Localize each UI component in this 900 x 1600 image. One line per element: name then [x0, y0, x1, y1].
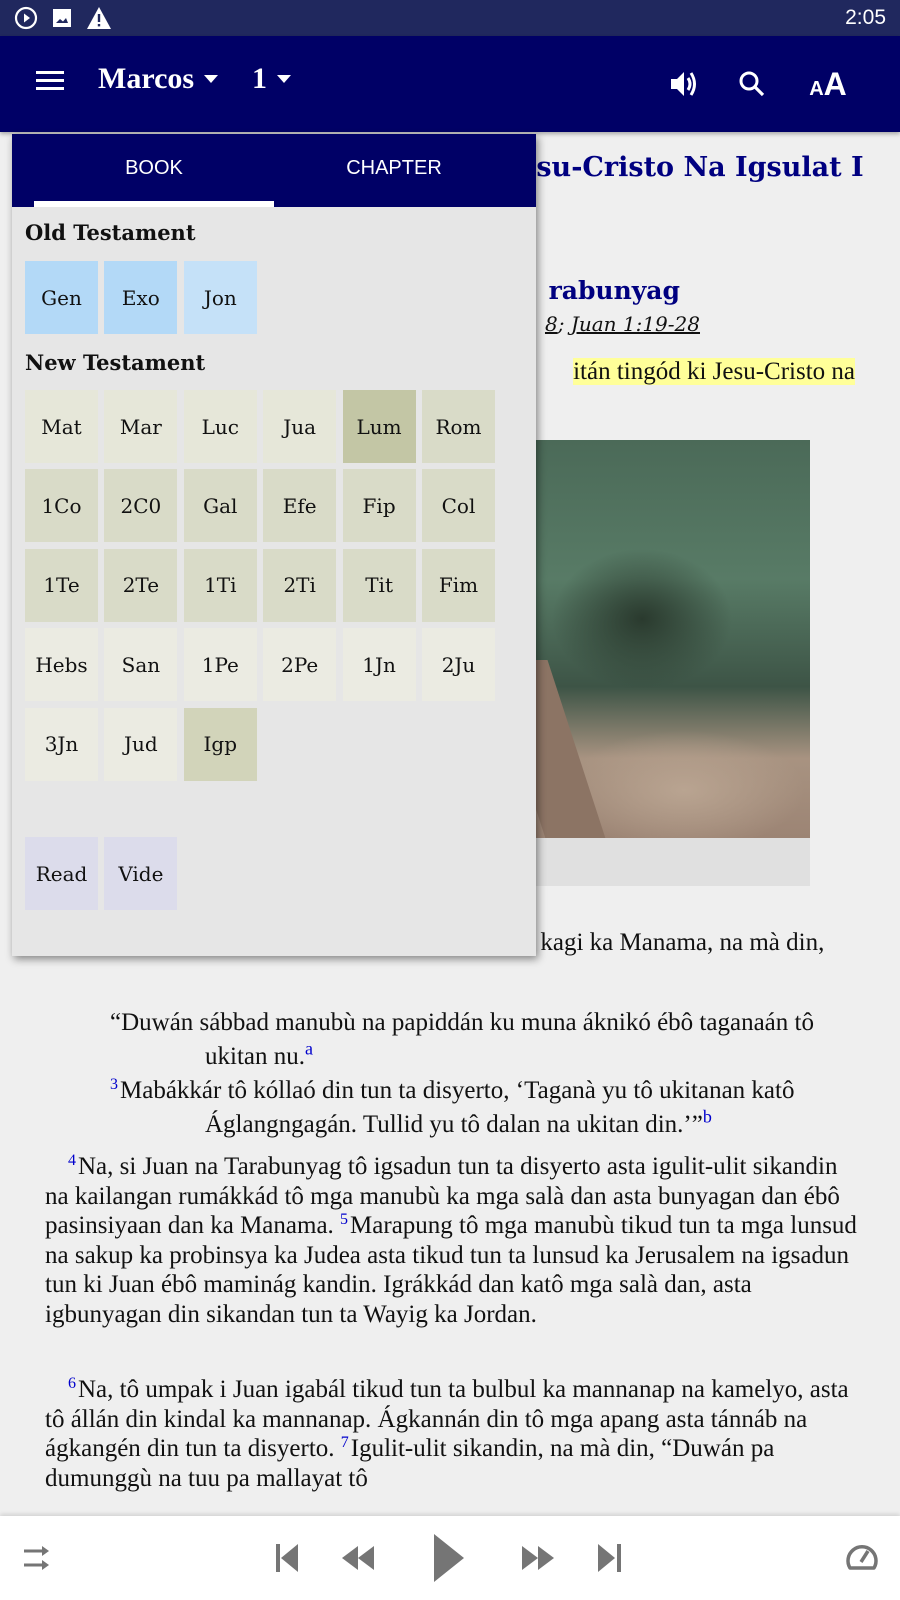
play-button[interactable] [424, 1530, 474, 1586]
book-tile-1jn[interactable]: 1Jn [342, 628, 416, 702]
book-tile-san[interactable]: San [104, 628, 178, 702]
text-size-button[interactable]: AA [808, 64, 848, 104]
book-tile-1ti[interactable]: 1Ti [183, 548, 257, 622]
book-tile-read[interactable]: Read [25, 837, 98, 910]
verse-poetry[interactable]: “Duwán sábbad manubù na papiddán ku muna… [45, 1006, 860, 1142]
book-tile-2pe[interactable]: 2Pe [263, 628, 337, 702]
book-picker-dialog: BOOK CHAPTER Old Testament Gen Exo Jon New… [12, 134, 536, 956]
book-tile-2c0[interactable]: 2C0 [104, 469, 178, 543]
book-tile-igp[interactable]: Igp [183, 707, 257, 781]
verse-number: 3 [110, 1075, 118, 1093]
warning-icon [86, 6, 111, 30]
rewind-icon [342, 1546, 374, 1570]
book-tile-tit[interactable]: Tit [342, 548, 416, 622]
text-size-icon: AA [809, 65, 847, 102]
book-selector[interactable]: Marcos [98, 62, 219, 96]
verse-paragraph[interactable]: 4Na, si Juan na Tarabunyag tô igsadun tu… [45, 1152, 860, 1329]
status-bar: 2:05 [0, 0, 900, 36]
book-tile-vide[interactable]: Vide [104, 837, 178, 910]
book-tile-mat[interactable]: Mat [25, 390, 98, 463]
skip-previous-button[interactable] [268, 1536, 312, 1580]
book-tile-gal[interactable]: Gal [183, 469, 257, 543]
verse-paragraph[interactable]: 6Na, tô umpak i Juan igabál tikud tun ta… [45, 1375, 860, 1493]
playback-speed-button[interactable] [842, 1538, 882, 1578]
book-tile-col[interactable]: Col [422, 469, 495, 543]
book-tile-exo[interactable]: Exo [104, 261, 178, 334]
book-name: Marcos [98, 62, 195, 95]
status-time: 2:05 [845, 6, 886, 29]
verse-number: 7 [340, 1433, 349, 1451]
book-tile-luc[interactable]: Luc [183, 390, 257, 463]
book-tile-2ti[interactable]: 2Ti [263, 548, 337, 622]
chapter-number: 1 [252, 62, 267, 95]
book-tile-2te[interactable]: 2Te [104, 548, 178, 622]
book-tile-2ju[interactable]: 2Ju [422, 628, 495, 702]
book-tile-mar[interactable]: Mar [104, 390, 178, 463]
book-tile-1te[interactable]: 1Te [25, 548, 98, 622]
tab-book[interactable]: BOOK [34, 134, 274, 207]
chevron-down-icon [204, 75, 219, 83]
book-tile-fim[interactable]: Fim [422, 548, 495, 622]
footnote-link[interactable]: b [703, 1107, 712, 1127]
audio-player-bar [0, 1516, 900, 1600]
speed-icon [846, 1545, 878, 1570]
old-testament-label: Old Testament [25, 220, 196, 245]
play-icon [434, 1534, 464, 1582]
search-icon [739, 71, 765, 97]
menu-icon [36, 71, 72, 90]
book-tile-1pe[interactable]: 1Pe [183, 628, 257, 702]
menu-button[interactable] [36, 66, 72, 102]
cross-ref-link[interactable]: 8 [545, 312, 558, 336]
audio-button[interactable] [664, 64, 704, 104]
footnote-link[interactable]: a [305, 1039, 313, 1059]
new-testament-label: New Testament [25, 350, 206, 375]
book-tile-jud[interactable]: Jud [104, 707, 178, 781]
skip-next-button[interactable] [590, 1536, 634, 1580]
rewind-button[interactable] [336, 1536, 380, 1580]
book-tile-1co[interactable]: 1Co [25, 469, 98, 543]
picker-tabs: BOOK CHAPTER [12, 134, 536, 207]
book-tile-gen[interactable]: Gen [25, 261, 98, 334]
book-tile-3jn[interactable]: 3Jn [25, 707, 98, 781]
fast-forward-button[interactable] [516, 1536, 560, 1580]
image-icon [50, 6, 74, 30]
app-bar: Marcos 1 AA [0, 36, 900, 132]
verse-number: 6 [68, 1374, 76, 1392]
book-tile-rom[interactable]: Rom [422, 390, 495, 463]
book-tile-jon[interactable]: Jon [183, 261, 257, 334]
book-tile-fip[interactable]: Fip [342, 469, 416, 543]
play-circle-icon [14, 6, 38, 30]
verse-number: 5 [340, 1210, 349, 1228]
repeat-mode-icon [24, 1546, 49, 1570]
book-tile-jua[interactable]: Jua [263, 390, 337, 463]
chapter-selector[interactable]: 1 [252, 62, 291, 96]
tab-chapter[interactable]: CHAPTER [274, 134, 514, 207]
volume-icon [671, 72, 696, 96]
book-tile-efe[interactable]: Efe [263, 469, 337, 543]
book-tile-hebs[interactable]: Hebs [25, 628, 98, 702]
verse-number: 4 [68, 1151, 76, 1169]
skip-previous-icon [276, 1544, 298, 1572]
scripture-illustration[interactable] [530, 440, 810, 838]
illustration-caption [530, 838, 810, 886]
selected-tab-indicator [34, 201, 274, 207]
fast-forward-icon [522, 1546, 554, 1570]
skip-next-icon [598, 1544, 621, 1572]
repeat-mode-button[interactable] [18, 1538, 58, 1578]
book-tile-lum[interactable]: Lum [342, 390, 416, 463]
cross-ref-link[interactable]: Juan 1:19-28 [571, 312, 700, 336]
chevron-down-icon [277, 75, 291, 83]
search-button[interactable] [732, 64, 772, 104]
